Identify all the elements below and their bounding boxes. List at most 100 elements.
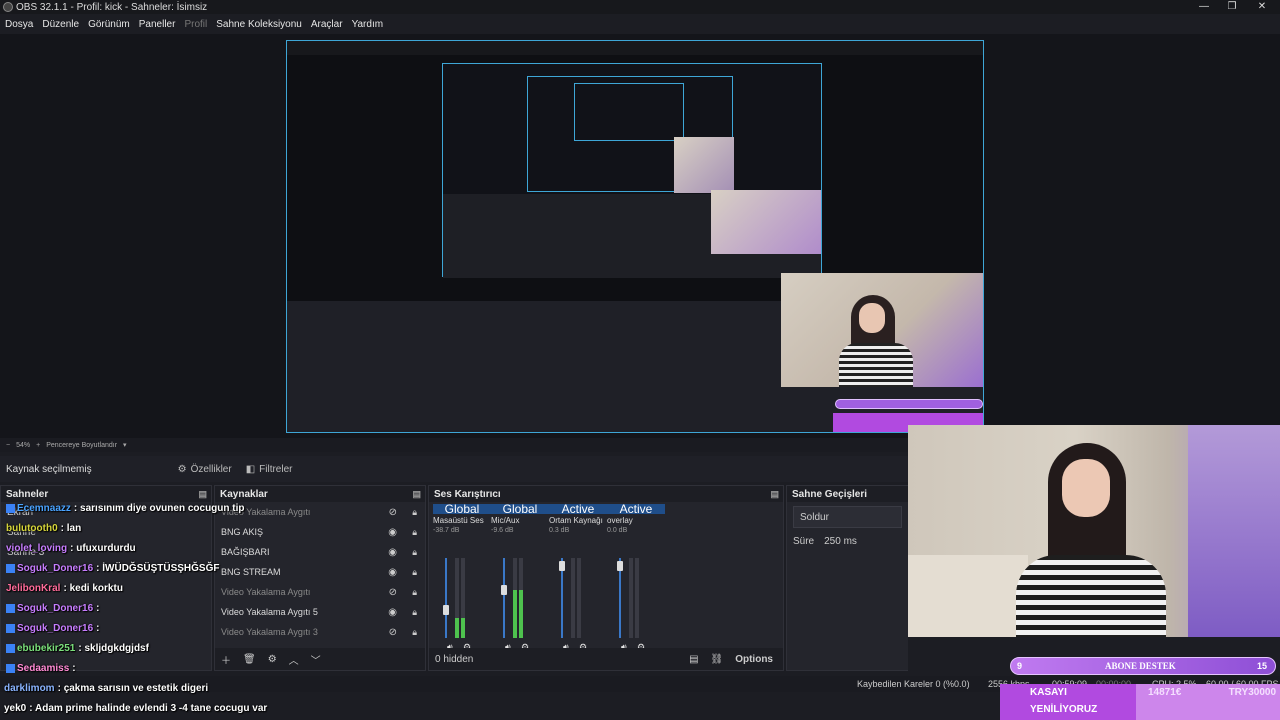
mixer-channel-name[interactable]: overlay xyxy=(607,516,663,525)
source-item[interactable]: Video Yakalama Aygıtı ⊘ 🔒︎ xyxy=(215,502,425,522)
zoom-in-button[interactable]: + xyxy=(36,442,40,449)
scenes-title: Sahneler xyxy=(6,488,49,500)
mixer-channel: Active Ortam Kaynağı 0.3 dB 🔊︎ ⚙ xyxy=(549,503,607,654)
close-button[interactable]: ✕ xyxy=(1246,0,1278,14)
lock-icon[interactable]: 🔒︎ xyxy=(412,627,417,638)
mixer-channel-name[interactable]: Ortam Kaynağı xyxy=(549,516,605,525)
menu-yardim[interactable]: Yardım xyxy=(352,19,384,30)
chevron-up-icon[interactable]: ︿ xyxy=(289,652,299,667)
volume-fader-handle[interactable] xyxy=(501,585,507,595)
eye-icon[interactable]: ◉ xyxy=(388,527,397,538)
lock-icon[interactable]: 🔒︎ xyxy=(412,527,417,538)
dropped-frames: Kaybedilen Kareler 0 (%0.0) xyxy=(857,679,970,689)
chat-message: Ecemnaazz: sarısınım diye ovunen cocugun… xyxy=(6,503,245,514)
eye-hidden-icon[interactable]: ⊘ xyxy=(389,587,397,598)
volume-fader-handle[interactable] xyxy=(617,561,623,571)
transition-select[interactable]: Soldur xyxy=(793,506,902,528)
volume-fader-handle[interactable] xyxy=(559,561,565,571)
menu-araclar[interactable]: Araçlar xyxy=(311,19,343,30)
add-source-icon[interactable]: ＋ xyxy=(221,652,231,667)
filters-label: Filtreler xyxy=(259,463,293,475)
eye-hidden-icon[interactable]: ⊘ xyxy=(389,507,397,518)
mixer-channel-db: -9.6 dB xyxy=(491,527,514,534)
nested-webcam-small xyxy=(674,137,734,193)
chat-message: Soguk_Doner16: İWÜDĞSÜŞTÜSŞHĞSĞF xyxy=(6,563,219,574)
eye-icon[interactable]: ◉ xyxy=(388,607,397,618)
menu-duzenle[interactable]: Düzenle xyxy=(42,19,79,30)
menu-paneller[interactable]: Paneller xyxy=(139,19,176,30)
filter-icon: ◧ xyxy=(245,463,256,475)
eye-icon[interactable]: ◉ xyxy=(388,567,397,578)
gear-icon[interactable]: ⚙ xyxy=(268,654,277,665)
program-preview[interactable] xyxy=(286,40,984,433)
sources-title: Kaynaklar xyxy=(220,488,268,500)
zoom-out-button[interactable]: − xyxy=(6,442,10,449)
preview-webcam xyxy=(781,273,983,387)
nested-webcam xyxy=(711,190,821,254)
source-item[interactable]: BAĞIŞBARI ◉ 🔒︎ xyxy=(215,542,425,562)
filters-button[interactable]: ◧ Filtreler xyxy=(246,464,293,475)
lock-icon[interactable]: 🔒︎ xyxy=(412,547,417,558)
dock-options-icon[interactable]: ▤ xyxy=(770,489,779,500)
eye-hidden-icon[interactable]: ⊘ xyxy=(389,627,397,638)
dock-options-icon[interactable]: ▤ xyxy=(412,489,421,500)
lock-icon[interactable]: 🔒︎ xyxy=(412,607,417,618)
nested-preview-2 xyxy=(527,76,734,193)
no-source-selected-label: Kaynak seçilmemiş xyxy=(6,463,92,475)
mixer-channel-name[interactable]: Mic/Aux xyxy=(491,516,547,525)
source-item[interactable]: BNG STREAM ◉ 🔒︎ xyxy=(215,562,425,582)
alert-label: ABONE DESTEK xyxy=(1105,661,1176,671)
vu-meter xyxy=(577,558,581,638)
source-item[interactable]: BNG AKIŞ ◉ 🔒︎ xyxy=(215,522,425,542)
maximize-button[interactable]: ❐ xyxy=(1216,0,1248,14)
chat-separator: : xyxy=(72,663,76,674)
source-name: BNG AKIŞ xyxy=(221,527,264,537)
source-item[interactable]: Video Yakalama Aygıtı 3 ⊘ 🔒︎ xyxy=(215,622,425,642)
chat-text: çakma sarısın ve estetik digeri xyxy=(63,683,209,694)
donation-line2: YENİLİYORUZ xyxy=(1030,704,1098,715)
options-button[interactable]: Options xyxy=(735,654,773,665)
layout-icon[interactable]: ▤ xyxy=(689,654,698,665)
chevron-down-icon[interactable]: ▾ xyxy=(123,441,127,449)
window-titlebar: OBS 32.1.1 - Profil: kick - Sahneler: İs… xyxy=(0,0,1280,14)
mixer-channel-header: Active xyxy=(549,503,607,515)
mixer-channel-db: 0.0 dB xyxy=(607,527,628,534)
volume-fader[interactable] xyxy=(503,558,505,638)
menu-profil[interactable]: Profil xyxy=(184,19,207,30)
chevron-down-icon[interactable]: ﹀ xyxy=(311,652,321,667)
subscriber-alert-bar: 9 ABONE DESTEK 15 xyxy=(1010,657,1276,675)
dock-options-icon[interactable]: ▤ xyxy=(198,489,207,500)
menu-sahne-koleksiyonu[interactable]: Sahne Koleksiyonu xyxy=(216,19,302,30)
source-item[interactable]: Video Yakalama Aygıtı ⊘ 🔒︎ xyxy=(215,582,425,602)
lock-icon[interactable]: 🔒︎ xyxy=(412,507,417,518)
fit-to-window-dropdown[interactable]: Pencereye Boyutlandır xyxy=(46,442,117,449)
vu-meter-level xyxy=(461,618,465,638)
sources-toolbar: ＋ 🗑︎ ⚙ ︿ ﹀ xyxy=(215,648,425,670)
volume-fader[interactable] xyxy=(445,558,447,638)
chat-message: Sedaamiss: xyxy=(6,663,76,674)
menu-gorunum[interactable]: Görünüm xyxy=(88,19,130,30)
chat-message: JelibonKral: kedi korktu xyxy=(6,583,123,594)
chat-badge-icon xyxy=(6,663,15,673)
duration-input[interactable]: 250 ms xyxy=(824,536,857,547)
chat-message: Soguk_Doner16: xyxy=(6,623,99,634)
trash-icon[interactable]: 🗑︎ xyxy=(243,654,256,665)
chat-text: kedi korktu xyxy=(69,583,123,594)
mixer-channel-name[interactable]: Masaüstü Ses xyxy=(433,516,489,525)
source-item[interactable]: Video Yakalama Aygıtı 5 ◉ 🔒︎ xyxy=(215,602,425,622)
eye-icon[interactable]: ◉ xyxy=(388,547,397,558)
chat-username: yek0 xyxy=(4,703,27,714)
volume-fader-handle[interactable] xyxy=(443,605,449,615)
chat-badge-icon xyxy=(6,603,15,613)
menu-dosya[interactable]: Dosya xyxy=(5,19,33,30)
zoom-level: 54% xyxy=(16,441,31,449)
link-icon[interactable]: ⛓ xyxy=(711,654,724,665)
chat-username: ebubekir251 xyxy=(17,643,76,654)
chat-text: ufuxurdurdu xyxy=(76,543,136,554)
lock-icon[interactable]: 🔒︎ xyxy=(412,587,417,598)
chat-username: darklimom xyxy=(4,683,55,694)
nested-preview-3 xyxy=(574,83,684,141)
alert-left-value: 9 xyxy=(1017,661,1023,671)
lock-icon[interactable]: 🔒︎ xyxy=(412,567,417,578)
properties-button[interactable]: ⚙ Özellikler xyxy=(178,464,232,475)
